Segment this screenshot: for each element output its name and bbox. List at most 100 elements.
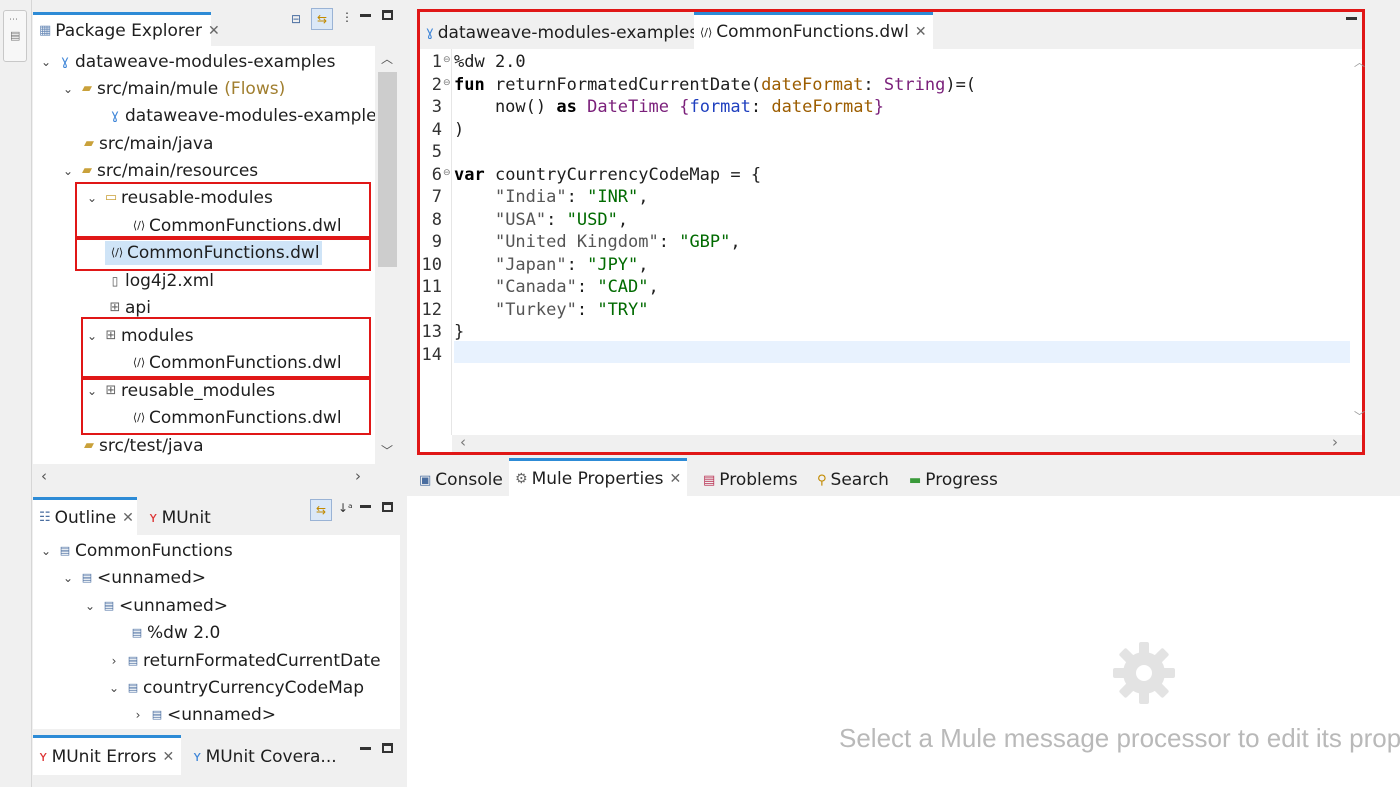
chevron-left-icon[interactable]: ‹ [41,467,47,485]
tab-search[interactable]: ⚲ Search [811,464,895,496]
mule-file-icon: ɣ [111,108,119,123]
editor-tabbar: ɣ dataweave-modules-examples ⟨/⟩ CommonF… [420,12,1362,49]
chevron-right-icon[interactable]: › [1332,433,1338,451]
chevron-down-icon[interactable]: ⌄ [59,164,77,178]
tab-mule-config[interactable]: ɣ dataweave-modules-examples [420,16,704,49]
munit-icon: ʏ [39,748,48,765]
maximize-icon[interactable] [382,10,393,20]
chevron-down-icon[interactable]: ⌄ [59,82,77,96]
mule-project-icon: ɣ [61,54,69,69]
chevron-up-icon[interactable]: ︿ [381,50,393,67]
tree-item-project[interactable]: ⌄ ɣ dataweave-modules-examples [37,48,336,75]
tree-item-src-test-java[interactable]: ▰ src/test/java [79,432,204,459]
code-line: var countryCurrencyCodeMap = { [454,164,762,185]
fold-icon[interactable]: ⊖ [443,55,451,65]
minimize-icon[interactable] [360,14,371,17]
code-line: "United Kingdom": "GBP", [494,232,741,252]
chevron-down-icon[interactable]: ⌄ [37,544,55,558]
mule-properties-icon: ⚙ [515,470,528,487]
outline-view: ☷ Outline ✕ ʏ MUnit ⇆ ↓ᵃ ⌄ ▤ CommonFunct… [33,497,400,729]
code-line: } [454,322,465,342]
scrollbar-thumb[interactable] [378,72,397,267]
tree-item-src-main-mule[interactable]: ⌄ ▰ src/main/mule (Flows) [59,75,285,102]
horizontal-scrollbar[interactable]: ‹ › [33,464,400,490]
close-icon[interactable]: ✕ [163,749,175,765]
tree-item-src-main-java[interactable]: ▰ src/main/java [79,130,213,157]
outline-icon: ☷ [39,510,51,525]
chevron-down-icon[interactable]: ⌄ [105,681,123,695]
chevron-right-icon[interactable]: › [355,467,361,485]
outline-item[interactable]: ⌄ ▤ countryCurrencyCodeMap [105,674,364,701]
tab-progress[interactable]: ▬ Progress [903,464,1004,496]
maximize-icon[interactable] [382,502,393,512]
collapse-all-icon[interactable]: ⊟ [291,12,301,26]
restore-icon[interactable]: ▤ [10,29,20,42]
chevron-down-icon[interactable]: ⌄ [81,599,99,613]
vertical-scrollbar[interactable]: ︿ ﹀ [375,46,400,464]
tab-common-functions[interactable]: ⟨/⟩ CommonFunctions.dwl ✕ [694,12,933,49]
package-explorer-tree: ⌄ ɣ dataweave-modules-examples ⌄ ▰ src/m… [33,46,375,464]
link-with-editor-icon[interactable]: ⇆ [310,499,332,521]
close-icon[interactable]: ✕ [915,24,927,40]
link-with-editor-icon[interactable]: ⇆ [311,8,333,30]
tab-munit[interactable]: ʏ MUnit [143,500,217,535]
horizontal-scrollbar[interactable]: ‹ › [452,433,1362,452]
outline-item[interactable]: ⌄ ▤ <unnamed> [81,592,228,619]
code-line: ) [454,119,465,140]
chevron-up-icon[interactable]: ︿ [1354,54,1365,70]
highlight-box [81,317,371,378]
outline-node-icon: ▤ [151,708,163,721]
tab-console[interactable]: ▣ Console [413,464,509,496]
fold-icon[interactable]: ⊖ [443,168,451,178]
outline-node-icon: ▤ [59,544,71,557]
tree-item-mule-config[interactable]: ɣ dataweave-modules-examples.x [105,102,375,129]
console-icon: ▣ [419,472,432,488]
chevron-down-icon[interactable]: ﹀ [381,442,393,459]
outline-item[interactable]: › ▤ returnFormatedCurrentDate [105,647,381,674]
tab-problems[interactable]: ▤ Problems [697,464,804,496]
mule-file-icon: ɣ [426,25,434,40]
close-icon[interactable]: ✕ [208,23,220,39]
fold-icon[interactable]: ⊖ [443,78,451,88]
package-folder-icon: ▰ [84,438,94,453]
minimize-icon[interactable] [360,747,371,750]
outline-item[interactable]: ⌄ ▤ CommonFunctions [37,537,233,564]
chevron-down-icon[interactable]: ﹀ [1354,408,1365,424]
code-line: %dw 2.0 [454,52,526,72]
source-folder-icon: ▰ [82,81,92,96]
tab-package-explorer[interactable]: ▦ Package Explorer ✕ [33,12,220,46]
minimize-icon[interactable] [1346,17,1357,20]
minimized-stack[interactable]: ⋯ ▤ [3,10,27,62]
view-menu-icon[interactable]: ⋮ [341,10,353,24]
minimize-icon[interactable] [360,505,371,508]
tab-mule-properties[interactable]: ⚙ Mule Properties ✕ [509,458,688,496]
sort-icon[interactable]: ↓ᵃ [338,501,353,515]
code-line: now() as DateTime {format: dateFormat} [454,97,884,117]
tab-munit-coverage[interactable]: ʏ MUnit Covera... [187,738,343,775]
package-explorer-icon: ▦ [39,23,52,38]
chevron-down-icon[interactable]: ⌄ [59,571,77,585]
tab-label: Package Explorer [55,20,202,41]
close-icon[interactable]: ✕ [670,471,682,487]
close-icon[interactable]: ✕ [122,510,134,526]
tab-munit-errors[interactable]: ʏ MUnit Errors ✕ [33,735,181,775]
tree-item-log4j2[interactable]: ▯ log4j2.xml [105,267,214,294]
munit-errors-view: ʏ MUnit Errors ✕ ʏ MUnit Covera... [33,735,400,787]
outline-item[interactable]: ▤ %dw 2.0 [127,619,221,646]
tab-outline[interactable]: ☷ Outline ✕ [33,497,137,535]
left-trim-bar: ⋯ ▤ [0,0,32,787]
chevron-left-icon[interactable]: ‹ [460,433,466,451]
outline-item[interactable]: ⌄ ▤ <unnamed> [59,564,206,591]
bottom-tabbar: ▣ Console ⚙ Mule Properties ✕ ▤ Problems… [407,458,1400,496]
chevron-right-icon[interactable]: › [105,654,123,668]
outline-item[interactable]: › ▤ <unnamed> [129,701,276,728]
package-explorer-view: ▦ Package Explorer ✕ ⊟ ⇆ ⋮ ⌄ ɣ dataweave… [33,0,400,490]
munit-icon: ʏ [149,509,158,526]
chevron-right-icon[interactable]: › [129,708,147,722]
code-text-area[interactable]: %dw 2.0 fun returnFormatedCurrentDate(da… [454,49,1350,435]
highlight-box [81,378,371,435]
code-line: fun returnFormatedCurrentDate(dateFormat… [454,74,977,95]
chevron-down-icon[interactable]: ⌄ [37,55,55,69]
tree-item-src-main-resources[interactable]: ⌄ ▰ src/main/resources [59,157,258,184]
maximize-icon[interactable] [382,743,393,753]
